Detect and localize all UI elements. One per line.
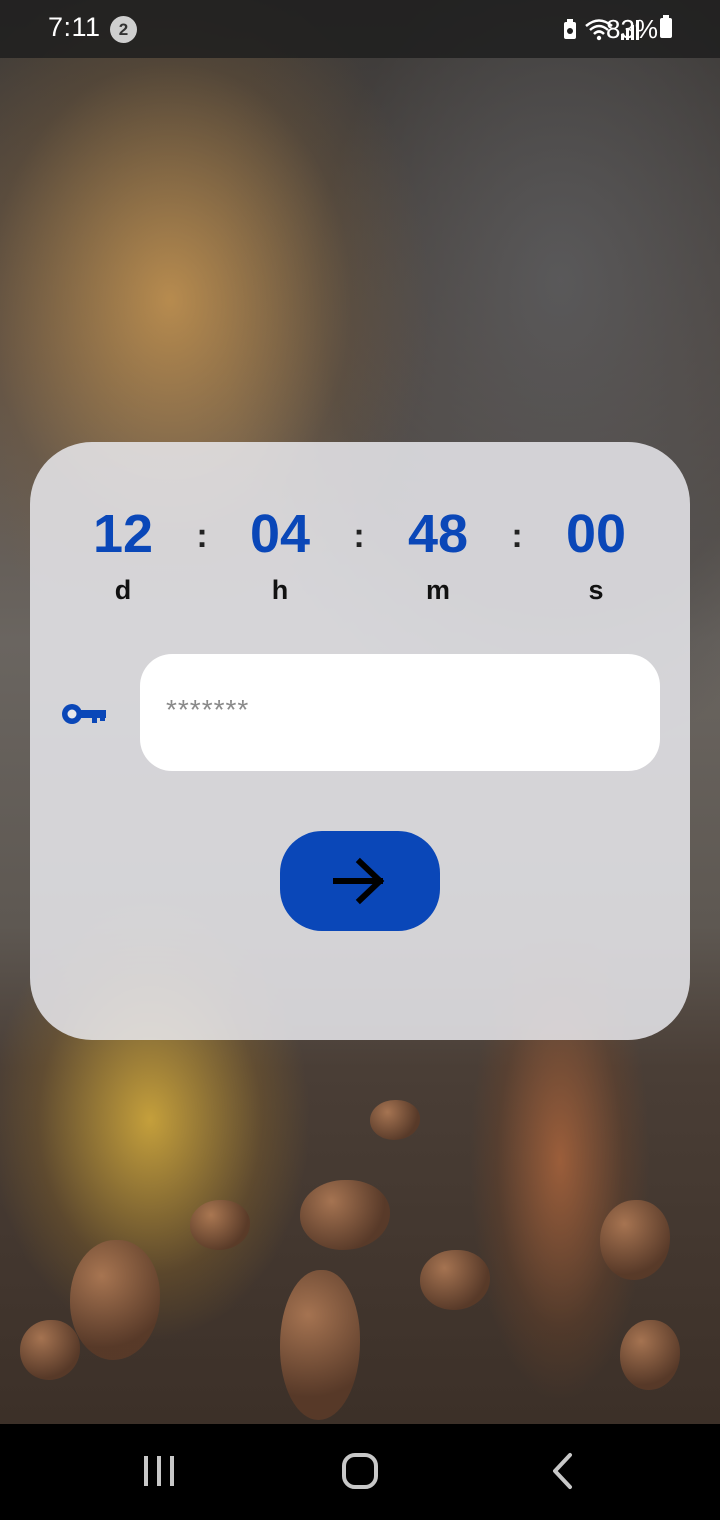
countdown-hours-value: 04 <box>249 504 311 564</box>
countdown-minutes-label: m <box>425 575 450 605</box>
background-rock <box>620 1320 680 1390</box>
arrow-right-icon <box>333 857 385 905</box>
status-bar: 7:11 2 83% <box>0 0 720 58</box>
password-input[interactable] <box>164 654 640 766</box>
countdown-timer: 12 d : 04 h : 48 m : 00 s <box>0 500 720 620</box>
countdown-hours-label: h <box>271 575 289 605</box>
background-rock <box>300 1180 390 1250</box>
battery-percent: 83% <box>606 14 659 44</box>
password-field[interactable] <box>140 654 660 771</box>
key-icon <box>62 704 106 724</box>
back-button[interactable] <box>522 1442 602 1502</box>
countdown-seconds: 00 s <box>536 500 656 606</box>
app-screen: 7:11 2 83% 12 d: 04 h: 48 m: 00 s <box>0 0 720 1520</box>
recents-button[interactable] <box>119 1442 199 1502</box>
countdown-minutes: 48 m <box>378 500 498 606</box>
navigation-bar <box>0 1424 720 1520</box>
back-icon <box>553 1453 572 1489</box>
battery-icon <box>660 15 672 38</box>
notification-count-badge: 2 <box>110 16 137 43</box>
countdown-days: 12 d <box>63 500 183 606</box>
background-rock <box>280 1270 360 1420</box>
background-rock <box>70 1240 160 1360</box>
countdown-minutes-value: 48 <box>407 504 469 564</box>
submit-button[interactable] <box>280 831 440 931</box>
background-rock <box>600 1200 670 1280</box>
recents-icon <box>144 1456 174 1486</box>
countdown-days-label: d <box>114 575 132 605</box>
countdown-separator: : <box>511 517 523 555</box>
countdown-seconds-label: s <box>588 575 604 605</box>
countdown-separator: : <box>196 517 208 555</box>
background-rock <box>190 1200 250 1250</box>
background-rock <box>20 1320 80 1380</box>
background-rock <box>420 1250 490 1310</box>
home-icon <box>342 1453 378 1489</box>
home-button[interactable] <box>320 1442 400 1502</box>
countdown-days-value: 12 <box>92 504 154 564</box>
battery-saver-icon <box>564 19 576 39</box>
status-time: 7:11 <box>48 12 101 42</box>
countdown-seconds-value: 00 <box>565 504 627 564</box>
background-rock <box>370 1100 420 1140</box>
countdown-hours: 04 h <box>220 500 340 606</box>
countdown-separator: : <box>353 517 365 555</box>
